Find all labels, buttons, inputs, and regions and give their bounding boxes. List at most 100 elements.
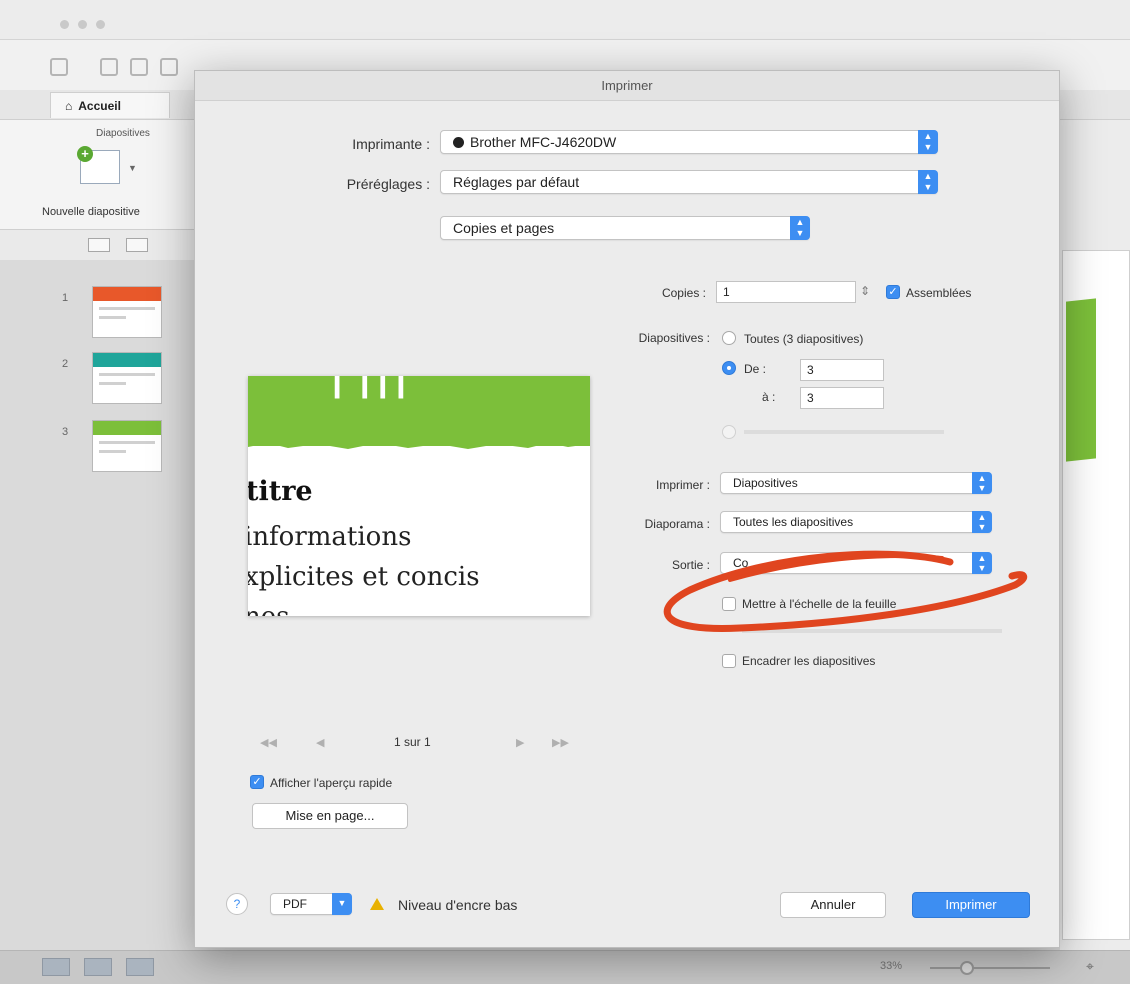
thumbnail-number: 2 [62,358,69,370]
page-indicator: 1 sur 1 [394,735,431,749]
selection-radio [722,425,736,439]
slide-decoration [1066,298,1096,462]
slide-thumbnail[interactable] [92,286,162,338]
chevron-down-icon[interactable]: ▼ [128,163,137,173]
chevron-updown-icon: ▲ ▼ [972,552,992,574]
output-value: Co [733,556,749,570]
output-label: Sortie : [671,558,710,572]
printer-value: Brother MFC-J4620DW [470,134,617,150]
print-what-label: Imprimer : [656,478,710,492]
ink-warning-icon [370,898,384,910]
tab-home[interactable]: ⌂ Accueil [50,92,170,118]
preview-line-2: xplicites et concis [248,562,480,592]
quick-preview-checkbox[interactable]: ✓ [250,775,264,789]
new-slide-label: Nouvelle diapositive [42,206,140,218]
print-what-select[interactable]: Diapositives ▲ ▼ [720,472,992,494]
ink-warning-text: Niveau d'encre bas [398,897,518,913]
open-icon[interactable] [130,58,148,76]
range-radio[interactable] [722,361,736,375]
preview-line-3: nes [248,602,289,616]
quick-preview-label: Afficher l'aperçu rapide [270,776,393,790]
plus-icon: + [77,146,93,162]
page-setup-button[interactable]: Mise en page... [252,803,408,829]
copies-stepper[interactable]: ⇕ [860,284,870,298]
copies-label: Copies : [661,286,706,300]
dialog-title: Imprimer [195,71,1059,101]
app-titlebar [0,0,1130,40]
thumbnail-view-button[interactable] [88,238,110,252]
disabled-option-label [742,629,1002,633]
save-icon[interactable] [160,58,178,76]
presets-label: Préréglages : [346,176,430,192]
print-button[interactable]: Imprimer [912,892,1030,918]
slideshow-select[interactable]: Toutes les diapositives ▲ ▼ [720,511,992,533]
chevron-updown-icon: ▲ ▼ [918,170,938,194]
thumbnail-number: 3 [62,426,69,438]
slide-thumbnail[interactable] [92,420,162,472]
thumbnail-number: 1 [62,292,69,304]
preview-top-fragment: ┃ ┃┃┃ [328,376,410,399]
slide-sorter-button[interactable] [84,958,112,976]
section-value: Copies et pages [453,220,555,236]
slides-label: Diapositives : [638,331,710,345]
to-field[interactable]: 3 [800,387,884,409]
from-label: De : [744,362,767,376]
frame-slides-checkbox[interactable] [722,654,736,668]
template-icon[interactable] [100,58,118,76]
first-page-icon[interactable]: ◀◀ [260,736,277,749]
presets-select[interactable]: Réglages par défaut ▲ ▼ [440,170,938,194]
help-button[interactable]: ? [226,893,248,915]
slideshow-value: Toutes les diapositives [733,515,854,529]
chevron-updown-icon: ▲ ▼ [918,130,938,154]
copies-field[interactable]: 1 [716,281,856,303]
to-label: à : [762,390,776,404]
preview-torn-edge [248,438,590,449]
home-icon: ⌂ [65,98,73,113]
pdf-label: PDF [283,897,307,911]
presenter-view-button[interactable] [126,958,154,976]
section-select[interactable]: Copies et pages ▲ ▼ [440,216,810,240]
from-field[interactable]: 3 [800,359,884,381]
chevron-updown-icon: ▲ ▼ [972,472,992,494]
fit-window-icon[interactable]: ⌖ [1086,958,1094,975]
print-what-value: Diapositives [733,476,798,490]
preview-banner [248,376,590,446]
normal-view-button[interactable] [42,958,70,976]
slide-thumbnail[interactable] [92,352,162,404]
all-slides-label: Toutes (3 diapositives) [744,332,864,346]
zoom-label: 33% [880,960,903,972]
previous-page-icon[interactable]: ◀ [316,736,324,749]
preview-line-1: informations [248,522,412,552]
chevron-down-icon: ▼ [332,893,352,915]
zoom-window-icon[interactable] [96,20,105,29]
preview-title: titre [248,476,313,507]
cancel-button[interactable]: Annuler [780,892,886,918]
close-window-icon[interactable] [60,20,69,29]
minimize-window-icon[interactable] [78,20,87,29]
chevron-updown-icon: ▲ ▼ [790,216,810,240]
presets-value: Réglages par défaut [453,174,580,190]
printer-select[interactable]: Brother MFC-J4620DW ▲ ▼ [440,130,938,154]
slideshow-label: Diaporama : [644,517,710,531]
zoom-slider-thumb[interactable] [960,961,974,975]
outline-view-button[interactable] [126,238,148,252]
ribbon-group-title: Diapositives [96,128,150,139]
tab-home-label: Accueil [78,98,121,113]
chevron-updown-icon: ▲ ▼ [972,511,992,533]
next-page-icon[interactable]: ▶ [516,736,524,749]
new-document-icon[interactable] [50,58,68,76]
selection-label-disabled [744,430,944,434]
collated-checkbox[interactable]: ✓ [886,285,900,299]
pdf-menu-button[interactable]: PDF ▼ [270,893,352,915]
scale-to-page-checkbox[interactable] [722,597,736,611]
printer-label: Imprimante : [352,136,430,152]
frame-slides-label: Encadrer les diapositives [742,654,876,668]
zoom-slider[interactable] [930,967,1050,969]
collated-label: Assemblées [906,286,972,300]
output-select[interactable]: Co ▲ ▼ [720,552,992,574]
print-preview: ┃ ┃┃┃ titre informations xplicites et co… [248,376,590,616]
scale-to-page-label: Mettre à l'échelle de la feuille [742,597,897,611]
printer-status-icon [453,137,464,148]
last-page-icon[interactable]: ▶▶ [552,736,569,749]
all-slides-radio[interactable] [722,331,736,345]
